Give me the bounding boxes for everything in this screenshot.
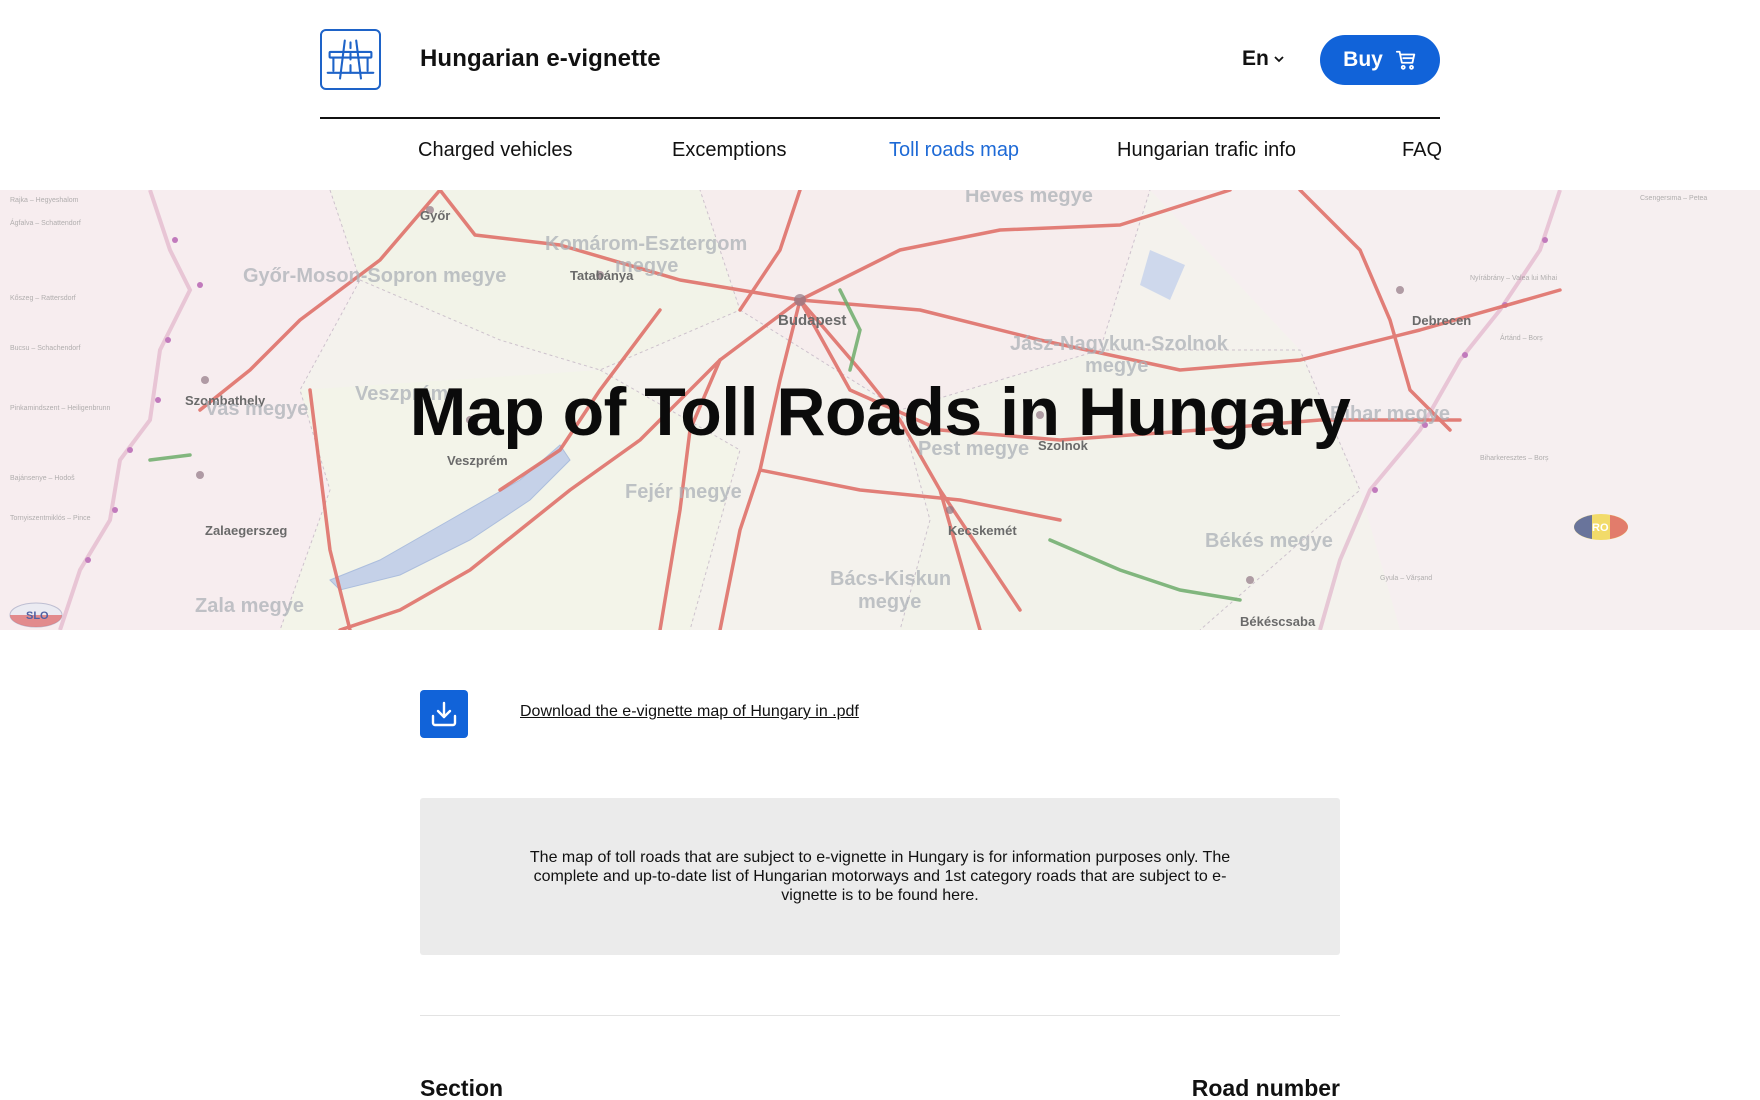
table-header-section: Section xyxy=(420,1075,504,1100)
header-divider xyxy=(320,117,1440,119)
download-map-pdf-link[interactable]: Download the e-vignette map of Hungary i… xyxy=(520,703,859,721)
table-header-road-number: Road number xyxy=(1191,1075,1340,1100)
nav-item-exemptions[interactable]: Excemptions xyxy=(672,139,787,162)
hero-map-banner: Győr Tatabánya Budapest Debrecen Szombat… xyxy=(0,190,1760,630)
nav-item-traffic-info[interactable]: Hungarian trafic info xyxy=(1117,139,1296,162)
section-divider xyxy=(420,1015,1340,1016)
motorway-logo-icon[interactable] xyxy=(320,29,381,90)
buy-button[interactable]: Buy xyxy=(1320,35,1440,85)
chevron-down-icon xyxy=(1274,56,1284,63)
page-title: Map of Toll Roads in Hungary xyxy=(409,374,1351,450)
download-icon[interactable] xyxy=(420,690,468,738)
site-header: Hungarian e-vignette En Buy xyxy=(320,29,1440,91)
main-nav: Charged vehicles Excemptions Toll roads … xyxy=(320,139,1442,171)
info-notice-text: The map of toll roads that are subject t… xyxy=(529,849,1231,904)
site-title[interactable]: Hungarian e-vignette xyxy=(420,45,661,73)
nav-item-toll-roads-map[interactable]: Toll roads map xyxy=(889,139,1019,162)
nav-item-charged-vehicles[interactable]: Charged vehicles xyxy=(418,139,573,162)
language-selector[interactable]: En xyxy=(1242,47,1285,71)
buy-label: Buy xyxy=(1343,48,1383,71)
nav-item-faq[interactable]: FAQ xyxy=(1402,139,1442,162)
language-label: En xyxy=(1242,47,1269,70)
cart-icon xyxy=(1395,50,1416,70)
info-notice-box: The map of toll roads that are subject t… xyxy=(420,798,1340,955)
